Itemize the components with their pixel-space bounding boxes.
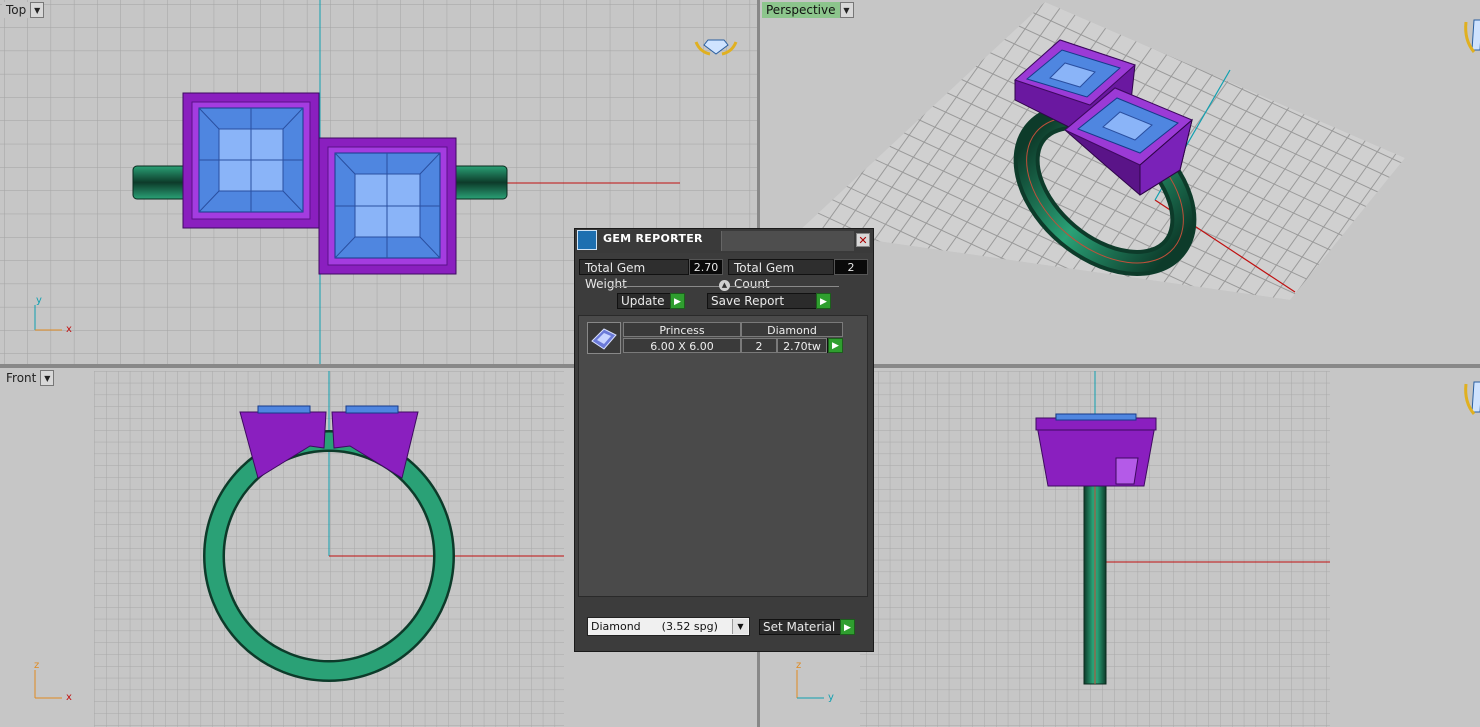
material-select[interactable]: Diamond (3.52 spg) ▼: [587, 617, 750, 636]
axis-gizmo-front: [34, 670, 62, 699]
viewport-label-top[interactable]: Top ▼: [2, 2, 45, 18]
viewport-label-perspective[interactable]: Perspective ▼: [762, 2, 854, 18]
play-arrow-icon[interactable]: ▶: [670, 293, 685, 309]
play-arrow-icon[interactable]: ▶: [828, 338, 843, 353]
update-button[interactable]: Update ▶: [617, 293, 685, 309]
total-gem-count-value: 2: [834, 259, 868, 275]
axis-label-z: z: [796, 660, 801, 671]
total-gem-weight-value: 2.70: [689, 259, 723, 275]
gem-row-select-button[interactable]: ▶: [827, 338, 843, 353]
gem-size: 6.00 X 6.00: [623, 338, 741, 353]
gem-reporter-titlebar[interactable]: GEM REPORTER ✕: [575, 229, 873, 253]
chevron-down-icon[interactable]: ▼: [30, 2, 45, 18]
viewcube-diamond-icon[interactable]: [1464, 19, 1480, 53]
gem-left-top: [182, 92, 320, 229]
gem-material-name: Diamond: [741, 322, 843, 337]
axis-label-y: y: [828, 692, 834, 703]
material-select-value: Diamond (3.52 spg): [591, 620, 718, 633]
gem-right-top: [318, 137, 457, 275]
gem-weight: 2.70tw: [777, 338, 827, 353]
play-arrow-icon[interactable]: ▶: [816, 293, 831, 309]
close-icon[interactable]: ✕: [856, 233, 870, 247]
axis-label-x: x: [66, 692, 72, 703]
collapse-arrow-icon[interactable]: ▲: [719, 280, 730, 291]
update-button-label: Update: [621, 294, 665, 308]
total-gem-count-label: Total Gem Count: [728, 259, 834, 291]
viewport-name: Front: [2, 370, 41, 386]
set-material-button[interactable]: Set Material ▶: [759, 619, 855, 635]
total-gem-weight-label: Total Gem Weight: [579, 259, 689, 291]
gem-count: 2: [741, 338, 777, 353]
axis-label-z: z: [34, 660, 39, 671]
princess-gem-icon: [587, 322, 621, 354]
gem-reporter-panel[interactable]: GEM REPORTER ✕ Total Gem Weight 2.70 Tot…: [574, 228, 874, 652]
set-material-button-label: Set Material: [763, 620, 836, 634]
titlebar-tab: [721, 231, 854, 251]
chevron-down-icon[interactable]: ▼: [40, 370, 55, 386]
viewport-label-front[interactable]: Front ▼: [2, 370, 55, 386]
gem-list[interactable]: Princess Diamond 6.00 X 6.00 2 2.70tw ▶: [578, 315, 868, 597]
viewport-name: Top: [2, 2, 31, 18]
viewcube-diamond-icon[interactable]: [1464, 381, 1480, 415]
save-report-button[interactable]: Save Report ▶: [707, 293, 831, 309]
save-report-button-label: Save Report: [711, 294, 785, 308]
axis-label-x: x: [66, 324, 72, 335]
axis-gizmo-side: [796, 670, 824, 699]
gem-cut-name: Princess: [623, 322, 741, 337]
viewport-name: Perspective: [762, 2, 840, 18]
play-arrow-icon[interactable]: ▶: [840, 619, 855, 635]
gem-reporter-title: GEM REPORTER: [603, 232, 703, 245]
chevron-down-icon[interactable]: ▼: [839, 2, 854, 18]
gem-reporter-logo-icon: [577, 230, 597, 250]
chevron-down-icon[interactable]: ▼: [732, 619, 748, 634]
axis-label-y: y: [36, 295, 42, 306]
